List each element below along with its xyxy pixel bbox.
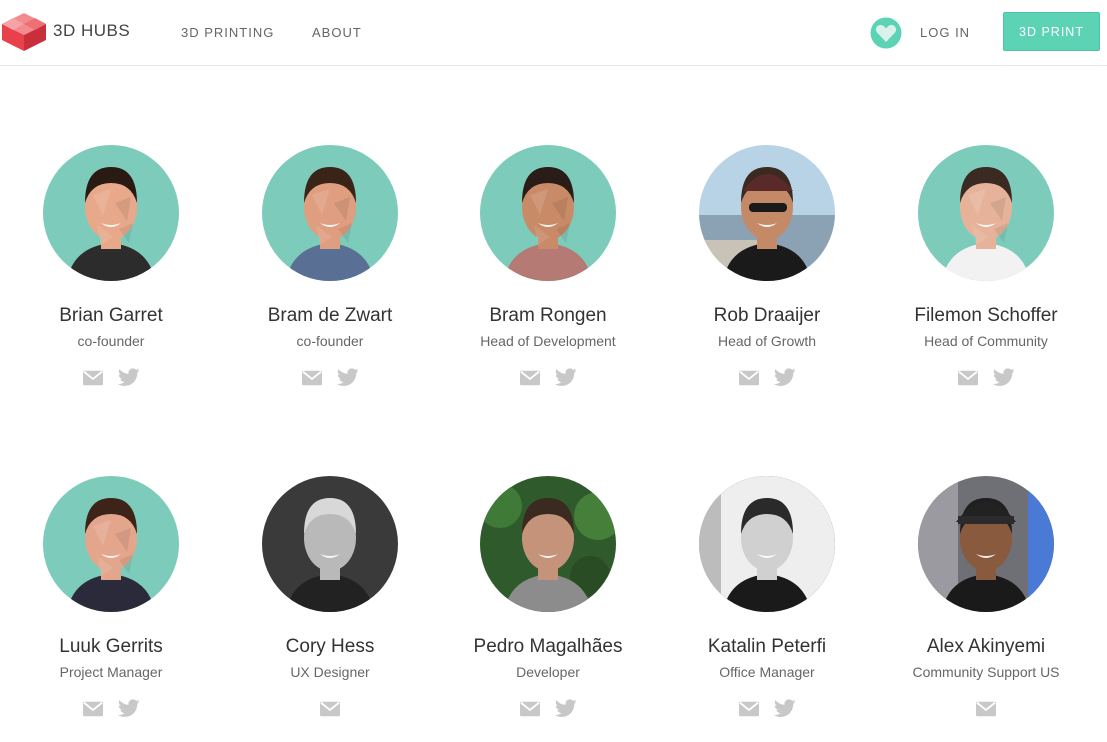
nav-3d-printing[interactable]: 3D PRINTING bbox=[181, 25, 274, 40]
member-photo bbox=[480, 476, 616, 612]
member-name: Filemon Schoffer bbox=[914, 305, 1058, 326]
team-member-card: Bram de Zwart co-founder bbox=[221, 145, 439, 390]
member-photo bbox=[918, 476, 1054, 612]
email-icon[interactable] bbox=[519, 699, 541, 719]
member-photo bbox=[918, 145, 1054, 281]
email-icon[interactable] bbox=[957, 368, 979, 388]
team-member-card: Katalin Peterfi Office Manager bbox=[658, 476, 876, 721]
brand-name[interactable]: 3D HUBS bbox=[53, 21, 130, 41]
team-member-card: Bram Rongen Head of Development bbox=[439, 145, 657, 390]
member-photo bbox=[480, 145, 616, 281]
member-name: Katalin Peterfi bbox=[707, 636, 827, 657]
member-social-links bbox=[439, 368, 657, 390]
member-photo bbox=[262, 145, 398, 281]
member-photo bbox=[699, 145, 835, 281]
3d-print-button[interactable]: 3D PRINT bbox=[1003, 12, 1100, 51]
team-member-card: Cory Hess UX Designer bbox=[221, 476, 439, 721]
team-member-card: Alex Akinyemi Community Support US bbox=[877, 476, 1095, 721]
email-icon[interactable] bbox=[82, 368, 104, 388]
team-member-card: Pedro Magalhães Developer bbox=[439, 476, 657, 721]
member-role: co-founder bbox=[296, 333, 364, 349]
site-header: 3D HUBS 3D PRINTING ABOUT LOG IN 3D PRIN… bbox=[0, 0, 1107, 66]
twitter-icon[interactable] bbox=[773, 699, 796, 719]
team-member-card: Luuk Gerrits Project Manager bbox=[2, 476, 220, 721]
twitter-icon[interactable] bbox=[554, 699, 577, 719]
twitter-icon[interactable] bbox=[117, 699, 140, 719]
member-photo bbox=[699, 476, 835, 612]
nav-about[interactable]: ABOUT bbox=[312, 25, 362, 40]
member-social-links bbox=[221, 699, 439, 721]
email-icon[interactable] bbox=[519, 368, 541, 388]
twitter-icon[interactable] bbox=[336, 368, 359, 388]
member-social-links bbox=[2, 699, 220, 721]
member-role: Head of Growth bbox=[717, 333, 817, 349]
email-icon[interactable] bbox=[82, 699, 104, 719]
member-name: Luuk Gerrits bbox=[59, 636, 163, 657]
member-photo bbox=[43, 476, 179, 612]
twitter-icon[interactable] bbox=[992, 368, 1015, 388]
member-social-links bbox=[2, 368, 220, 390]
member-social-links bbox=[658, 699, 876, 721]
member-name: Cory Hess bbox=[285, 636, 375, 657]
heart-avatar-icon[interactable] bbox=[870, 17, 902, 49]
login-link[interactable]: LOG IN bbox=[920, 25, 970, 40]
twitter-icon[interactable] bbox=[773, 368, 796, 388]
member-name: Alex Akinyemi bbox=[926, 636, 1046, 657]
team-member-card: Brian Garret co-founder bbox=[2, 145, 220, 390]
member-role: Community Support US bbox=[912, 664, 1060, 680]
member-social-links bbox=[221, 368, 439, 390]
member-role: Project Manager bbox=[59, 664, 163, 680]
email-icon[interactable] bbox=[301, 368, 323, 388]
team-member-card: Filemon Schoffer Head of Community bbox=[877, 145, 1095, 390]
3d-hubs-logo-icon[interactable] bbox=[1, 12, 47, 52]
team-member-card: Rob Draaijer Head of Growth bbox=[658, 145, 876, 390]
member-photo bbox=[43, 145, 179, 281]
email-icon[interactable] bbox=[738, 368, 760, 388]
member-name: Pedro Magalhães bbox=[473, 636, 623, 657]
member-social-links bbox=[439, 699, 657, 721]
member-role: co-founder bbox=[77, 333, 145, 349]
twitter-icon[interactable] bbox=[117, 368, 140, 388]
email-icon[interactable] bbox=[738, 699, 760, 719]
member-name: Bram de Zwart bbox=[267, 305, 393, 326]
member-social-links bbox=[877, 368, 1095, 390]
member-photo bbox=[262, 476, 398, 612]
email-icon[interactable] bbox=[975, 699, 997, 719]
member-name: Brian Garret bbox=[59, 305, 163, 326]
member-role: UX Designer bbox=[290, 664, 370, 680]
member-role: Office Manager bbox=[719, 664, 815, 680]
member-social-links bbox=[658, 368, 876, 390]
member-social-links bbox=[877, 699, 1095, 721]
member-name: Bram Rongen bbox=[489, 305, 607, 326]
twitter-icon[interactable] bbox=[554, 368, 577, 388]
member-role: Developer bbox=[516, 664, 580, 680]
member-role: Head of Development bbox=[480, 333, 616, 349]
member-role: Head of Community bbox=[924, 333, 1048, 349]
member-name: Rob Draaijer bbox=[713, 305, 821, 326]
email-icon[interactable] bbox=[319, 699, 341, 719]
